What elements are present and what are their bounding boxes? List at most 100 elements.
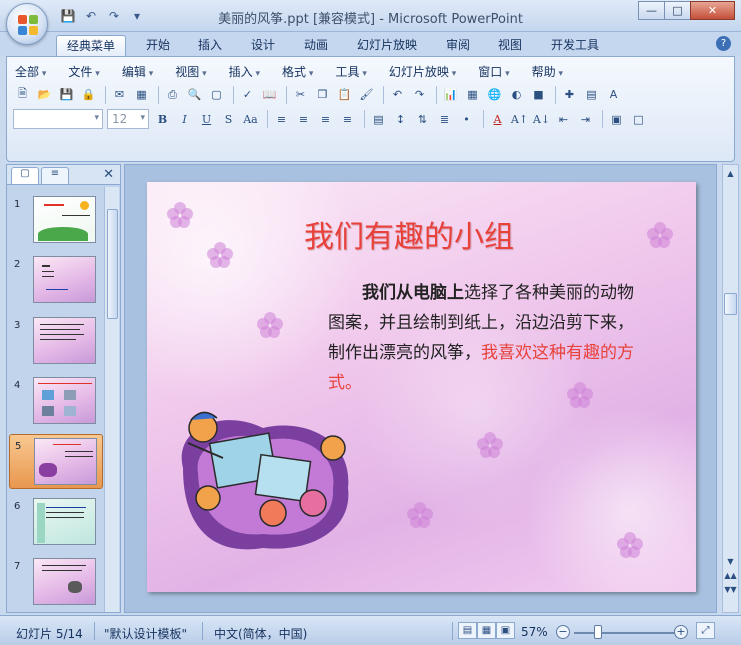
slide-body-text[interactable]: 我们从电脑上选择了各种美丽的动物图案，并且绘制到纸上，沿边沿剪下来，制作出漂亮的… bbox=[328, 278, 648, 398]
previous-slide-icon[interactable]: ▲▲ bbox=[724, 569, 737, 582]
print-icon[interactable]: ⎙ bbox=[163, 85, 182, 104]
font-size-combo[interactable]: 12 bbox=[107, 109, 149, 129]
research-icon[interactable]: 📖 bbox=[260, 85, 279, 104]
align-right-icon[interactable]: ≡ bbox=[316, 110, 335, 129]
menu-all[interactable]: 全部 bbox=[15, 63, 46, 80]
open-icon[interactable]: 📂 bbox=[35, 85, 54, 104]
slide-thumbnail-selected[interactable]: 5 bbox=[9, 434, 103, 489]
close-button[interactable]: ✕ bbox=[690, 1, 735, 20]
zoom-level[interactable]: 57% bbox=[521, 625, 548, 639]
tab-home[interactable]: 开始 bbox=[136, 35, 180, 56]
fit-to-window-icon[interactable]: ⤢ bbox=[696, 622, 715, 639]
kids-group-clipart[interactable] bbox=[163, 388, 363, 558]
menu-window[interactable]: 窗口 bbox=[478, 63, 509, 80]
increase-indent-icon[interactable]: ⇥ bbox=[576, 110, 595, 129]
cut-icon[interactable]: ✂ bbox=[291, 85, 310, 104]
spelling-icon[interactable]: ✓ bbox=[238, 85, 257, 104]
tab-developer[interactable]: 开发工具 bbox=[541, 35, 609, 56]
zoom-slider-track[interactable] bbox=[574, 632, 676, 634]
menu-tools[interactable]: 工具 bbox=[335, 63, 366, 80]
tab-insert[interactable]: 插入 bbox=[188, 35, 232, 56]
tab-animation[interactable]: 动画 bbox=[294, 35, 338, 56]
layout-icon[interactable]: ▤ bbox=[582, 85, 601, 104]
current-slide[interactable]: 我们有趣的小组 我们从电脑上选择了各种美丽的动物图案，并且绘制到纸上，沿边沿剪下… bbox=[147, 182, 696, 592]
language-indicator[interactable]: 中文(简体，中国) bbox=[214, 625, 307, 642]
font-box-icon[interactable]: A bbox=[604, 85, 623, 104]
font-color-button[interactable]: A bbox=[488, 110, 507, 129]
justify-icon[interactable]: ≡ bbox=[338, 110, 357, 129]
scrollbar-thumb[interactable] bbox=[724, 293, 737, 315]
slide-thumbnail[interactable]: 4 bbox=[9, 374, 103, 429]
shapes-icon[interactable]: □ bbox=[629, 110, 648, 129]
italic-button[interactable]: I bbox=[175, 110, 194, 129]
copy-icon[interactable]: ❐ bbox=[313, 85, 332, 104]
menu-format[interactable]: 格式 bbox=[282, 63, 313, 80]
new-slide-icon[interactable]: ✚ bbox=[560, 85, 579, 104]
underline-button[interactable]: U bbox=[197, 110, 216, 129]
tab-classic-menu[interactable]: 经典菜单 bbox=[56, 35, 127, 56]
scrollbar-thumb[interactable] bbox=[107, 209, 118, 319]
new-icon[interactable]: 🗎 bbox=[13, 85, 32, 104]
line-spacing-icon[interactable]: ⇅ bbox=[413, 110, 432, 129]
tab-design[interactable]: 设计 bbox=[241, 35, 285, 56]
close-icon[interactable]: ✕ bbox=[103, 167, 114, 182]
slides-tab-icon[interactable]: ▢ bbox=[11, 167, 39, 184]
grayscale-icon[interactable]: ◐ bbox=[507, 85, 526, 104]
menu-edit[interactable]: 编辑 bbox=[122, 63, 153, 80]
normal-view-icon[interactable]: ▤ bbox=[458, 622, 477, 639]
font-name-combo[interactable] bbox=[13, 109, 103, 129]
permission-icon[interactable]: 🔒 bbox=[79, 85, 98, 104]
bullets-icon[interactable]: • bbox=[457, 110, 476, 129]
slide-thumbnail[interactable]: 6 bbox=[9, 495, 103, 550]
zoom-slider-thumb[interactable] bbox=[594, 625, 602, 639]
tab-view[interactable]: 视图 bbox=[488, 35, 532, 56]
arrange-icon[interactable]: ▣ bbox=[607, 110, 626, 129]
scroll-up-icon[interactable]: ▲ bbox=[724, 167, 737, 180]
outline-tab-icon[interactable]: ≡ bbox=[41, 167, 69, 184]
decrease-indent-icon[interactable]: ⇤ bbox=[554, 110, 573, 129]
menu-help[interactable]: 帮助 bbox=[532, 63, 563, 80]
tab-slideshow[interactable]: 幻灯片放映 bbox=[347, 35, 427, 56]
save-icon[interactable]: 💾 bbox=[57, 85, 76, 104]
hyperlink-icon[interactable]: 🌐 bbox=[485, 85, 504, 104]
chart-icon[interactable]: 📊 bbox=[441, 85, 460, 104]
email-icon[interactable]: ✉ bbox=[110, 85, 129, 104]
slide-thumbnail[interactable]: 1 bbox=[9, 193, 103, 248]
thumbnail-scrollbar[interactable] bbox=[104, 187, 119, 612]
scroll-down-icon[interactable]: ▼ bbox=[724, 555, 737, 568]
undo-icon[interactable]: ↶ bbox=[388, 85, 407, 104]
increase-font-icon[interactable]: A↑ bbox=[510, 110, 529, 129]
color-icon[interactable]: ■ bbox=[529, 85, 548, 104]
slide-sorter-icon[interactable]: ▦ bbox=[477, 622, 496, 639]
menu-view[interactable]: 视图 bbox=[175, 63, 206, 80]
slide-thumbnail[interactable]: 2 bbox=[9, 253, 103, 308]
slide-thumbnail[interactable]: 3 bbox=[9, 314, 103, 369]
table-icon[interactable]: ▦ bbox=[463, 85, 482, 104]
shadow-button[interactable]: S bbox=[219, 110, 238, 129]
paste-icon[interactable]: 📋 bbox=[335, 85, 354, 104]
zoom-out-icon[interactable]: − bbox=[556, 625, 570, 639]
tab-review[interactable]: 审阅 bbox=[436, 35, 480, 56]
slide-thumbnail[interactable]: 7 bbox=[9, 555, 103, 610]
pdf-icon[interactable]: ▦ bbox=[132, 85, 151, 104]
numbering-icon[interactable]: ≣ bbox=[435, 110, 454, 129]
align-left-icon[interactable]: ≡ bbox=[272, 110, 291, 129]
maximize-button[interactable]: □ bbox=[664, 1, 691, 20]
zoom-in-icon[interactable]: + bbox=[674, 625, 688, 639]
minimize-button[interactable]: — bbox=[638, 1, 665, 20]
decrease-font-icon[interactable]: A↓ bbox=[532, 110, 551, 129]
menu-file[interactable]: 文件 bbox=[68, 63, 99, 80]
slide-icon[interactable]: ▢ bbox=[207, 85, 226, 104]
help-icon[interactable]: ? bbox=[716, 36, 731, 51]
office-button[interactable] bbox=[6, 3, 48, 45]
slideshow-view-icon[interactable]: ▣ bbox=[496, 622, 515, 639]
change-case-button[interactable]: Aa bbox=[241, 110, 260, 129]
format-painter-icon[interactable]: 🖌 bbox=[357, 85, 376, 104]
print-preview-icon[interactable]: 🔍 bbox=[185, 85, 204, 104]
text-direction-icon[interactable]: ↕ bbox=[391, 110, 410, 129]
slide-title[interactable]: 我们有趣的小组 bbox=[304, 212, 514, 256]
menu-slideshow[interactable]: 幻灯片放映 bbox=[389, 63, 456, 80]
next-slide-icon[interactable]: ▼▼ bbox=[724, 583, 737, 596]
menu-insert[interactable]: 插入 bbox=[229, 63, 260, 80]
bold-button[interactable]: B bbox=[153, 110, 172, 129]
